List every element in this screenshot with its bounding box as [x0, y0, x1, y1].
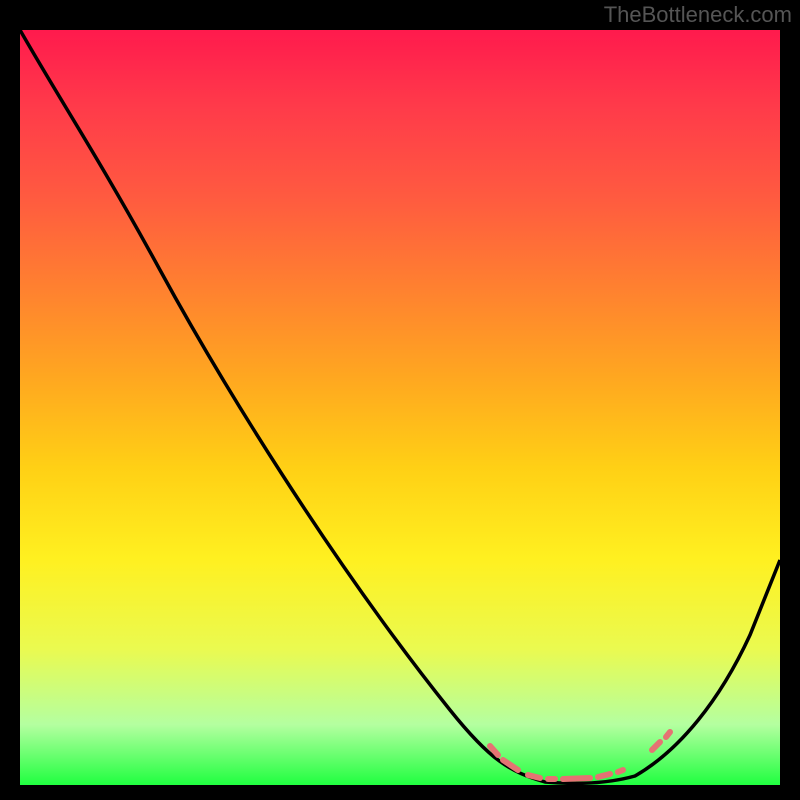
bottleneck-curve [20, 30, 780, 783]
marker-dot [618, 770, 623, 772]
marker-dot [563, 778, 590, 779]
marker-dot [528, 775, 540, 778]
chart-container: TheBottleneck.com [0, 0, 800, 800]
marker-dot [666, 732, 670, 737]
watermark-text: TheBottleneck.com [604, 2, 792, 28]
plot-area [20, 30, 780, 785]
marker-dot [503, 760, 518, 770]
marker-dot [598, 774, 610, 777]
marker-dot [652, 742, 660, 750]
bottleneck-curve-svg [20, 30, 780, 785]
